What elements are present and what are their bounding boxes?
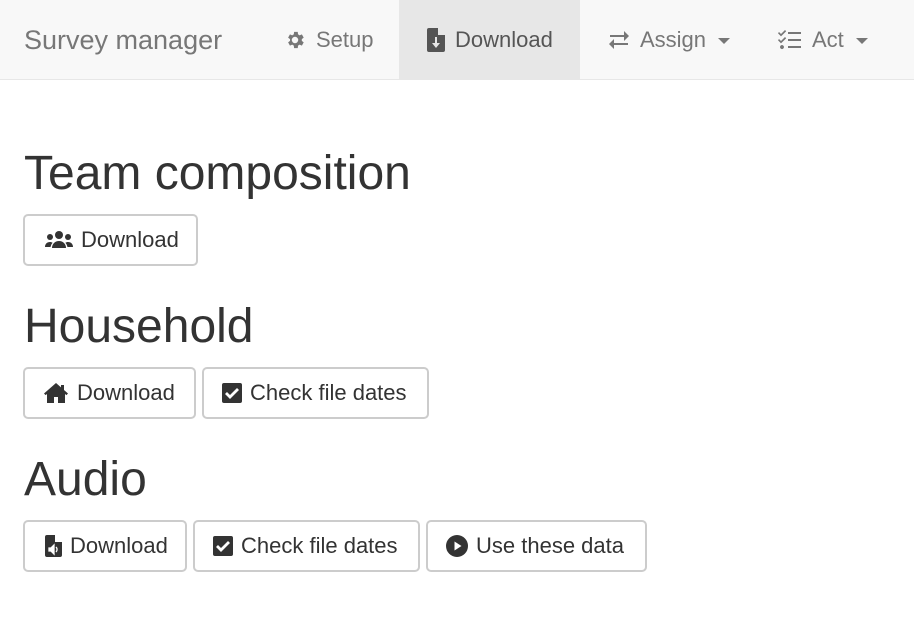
users-icon — [45, 230, 73, 250]
audio-check-file-dates-button[interactable]: Check file dates — [193, 520, 420, 572]
nav-assign[interactable]: Assign — [586, 0, 756, 80]
team-download-label: Download — [81, 227, 179, 252]
household-download-button[interactable]: Download — [23, 367, 196, 419]
use-these-data-label: Use these data — [476, 533, 624, 558]
home-icon — [43, 382, 69, 404]
nav-act[interactable]: Act — [758, 0, 908, 80]
nav-setup[interactable]: Setup — [264, 0, 398, 80]
section-title-household: Household — [24, 300, 254, 353]
nav-download[interactable]: Download — [399, 0, 580, 80]
audio-check-file-dates-label: Check file dates — [241, 533, 398, 558]
audio-download-button[interactable]: Download — [23, 520, 187, 572]
nav-act-label: Act — [812, 27, 844, 52]
audio-download-label: Download — [70, 533, 168, 558]
gear-icon — [284, 29, 306, 51]
checklist-icon — [778, 29, 802, 51]
play-circle-icon — [446, 535, 468, 557]
nav-download-label: Download — [455, 27, 553, 52]
section-title-audio: Audio — [24, 453, 147, 506]
exchange-arrows-icon — [608, 30, 630, 50]
household-download-label: Download — [77, 380, 175, 405]
household-check-file-dates-button[interactable]: Check file dates — [202, 367, 429, 419]
file-download-icon — [427, 28, 445, 52]
check-square-icon — [222, 383, 242, 403]
chevron-down-icon — [855, 38, 868, 44]
nav-assign-label: Assign — [640, 27, 707, 52]
household-check-file-dates-label: Check file dates — [250, 380, 407, 405]
check-square-icon — [213, 536, 233, 556]
chevron-down-icon — [718, 38, 731, 44]
team-download-button[interactable]: Download — [23, 214, 198, 266]
navbar: Survey manager Setup Download Assign Act — [0, 0, 914, 80]
audio-file-icon — [45, 535, 62, 557]
nav-setup-label: Setup — [316, 27, 374, 52]
use-these-data-button[interactable]: Use these data — [426, 520, 647, 572]
section-title-team-composition: Team composition — [24, 147, 411, 200]
brand-title[interactable]: Survey manager — [24, 0, 222, 80]
